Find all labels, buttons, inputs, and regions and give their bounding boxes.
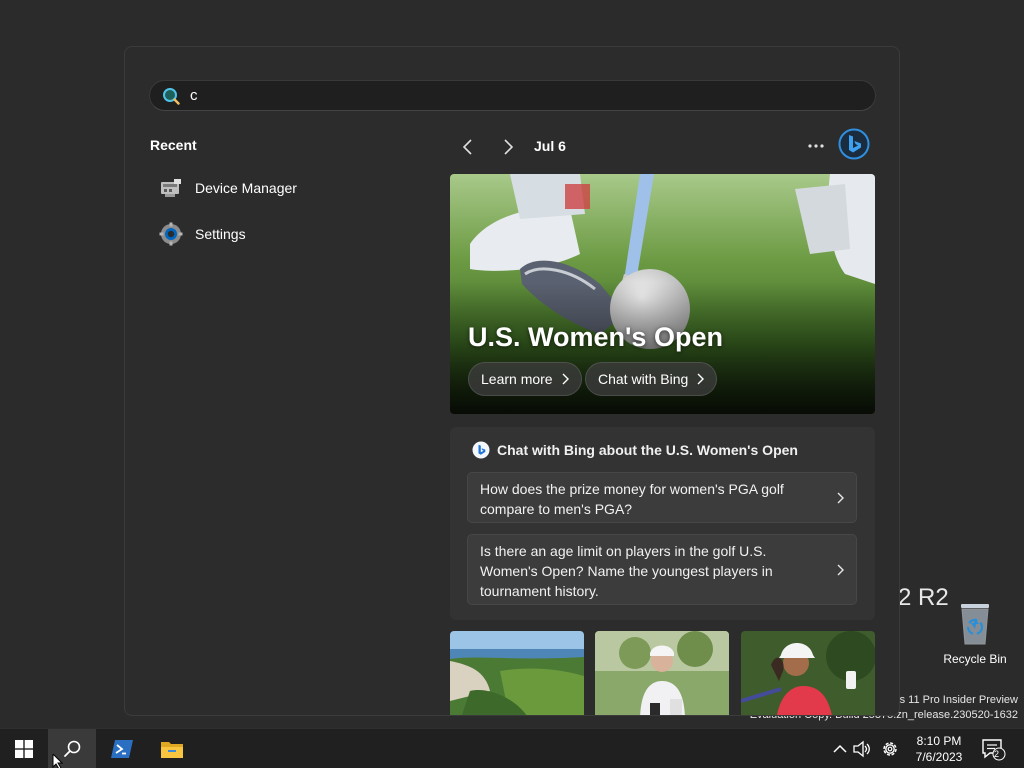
thumbnail-golfer-swing[interactable] <box>741 631 875 715</box>
chevron-up-icon[interactable] <box>830 739 850 759</box>
chevron-right-icon <box>697 373 705 385</box>
chevron-right-icon[interactable] <box>497 136 519 158</box>
chevron-right-icon <box>837 564 844 575</box>
volume-icon[interactable] <box>852 739 872 759</box>
thumbnail-golf-course[interactable] <box>450 631 584 715</box>
device-manager-icon <box>161 179 181 197</box>
chevron-right-icon <box>562 373 569 385</box>
hero-title: U.S. Women's Open <box>468 322 723 352</box>
taskbar-clock[interactable]: 8:10 PM 7/6/2023 <box>908 733 970 765</box>
more-options-icon[interactable] <box>805 135 827 157</box>
taskbar-file-explorer-button[interactable] <box>148 729 196 768</box>
folder-icon <box>161 742 183 758</box>
start-button[interactable] <box>0 729 48 768</box>
learn-more-label: Learn more <box>481 371 553 387</box>
bing-chat-icon <box>472 441 490 459</box>
chat-question-2[interactable]: Is there an age limit on players in the … <box>467 534 857 605</box>
thumbnail-golfer-portrait[interactable] <box>595 631 729 715</box>
mouse-cursor-icon <box>52 754 64 768</box>
recycle-bin-label: Recycle Bin <box>943 652 1007 666</box>
chevron-right-icon <box>837 492 844 503</box>
search-input[interactable] <box>190 87 790 104</box>
chat-with-bing-button[interactable]: Chat with Bing <box>585 362 718 396</box>
recent-item-label: Device Manager <box>195 180 297 196</box>
search-icon <box>163 87 180 105</box>
notification-count-badge: 2 <box>994 749 1000 759</box>
chat-heading: Chat with Bing about the U.S. Women's Op… <box>472 441 798 459</box>
recycle-bin-desktop-icon[interactable]: Recycle Bin <box>942 602 1008 666</box>
clock-time: 8:10 PM <box>916 734 962 748</box>
golf-course-image <box>450 631 584 715</box>
notification-icon <box>982 739 1006 761</box>
chevron-left-icon[interactable] <box>457 136 479 158</box>
bing-date-label: Jul 6 <box>534 138 566 154</box>
desktop-eval-line-1: s 11 Pro Insider Preview <box>899 694 1018 706</box>
taskbar: 8:10 PM 7/6/2023 2 <box>0 728 1024 768</box>
recent-heading: Recent <box>150 137 197 153</box>
windows-logo-icon <box>15 740 33 758</box>
golfer-portrait-image <box>595 631 729 715</box>
clock-date: 7/6/2023 <box>915 750 963 764</box>
chat-question-text: Is there an age limit on players in the … <box>480 543 773 599</box>
gear-icon[interactable] <box>880 739 900 759</box>
recent-item-device-manager[interactable]: Device Manager <box>159 173 297 203</box>
hero-card[interactable]: U.S. Women's Open Learn more Chat with B… <box>450 174 875 414</box>
chat-with-bing-label: Chat with Bing <box>598 371 689 387</box>
chat-suggestions-card: Chat with Bing about the U.S. Women's Op… <box>450 427 875 620</box>
settings-gear-icon <box>159 222 183 246</box>
recycle-bin-icon <box>958 602 992 646</box>
chat-question-1[interactable]: How does the prize money for women's PGA… <box>467 472 857 523</box>
taskbar-powershell-button[interactable] <box>98 729 146 768</box>
bing-logo-icon[interactable] <box>838 128 870 160</box>
search-flyout-panel: Recent Device Manager Settings <box>124 46 900 716</box>
chat-heading-text: Chat with Bing about the U.S. Women's Op… <box>497 442 798 458</box>
powershell-icon <box>111 740 133 758</box>
learn-more-button[interactable]: Learn more <box>468 362 582 396</box>
recent-item-label: Settings <box>195 226 246 242</box>
search-box[interactable] <box>149 80 876 111</box>
chat-question-text: How does the prize money for women's PGA… <box>480 481 784 517</box>
golfer-swing-image <box>741 631 875 715</box>
recent-item-settings[interactable]: Settings <box>159 219 246 249</box>
notification-center-button[interactable]: 2 <box>978 735 1008 763</box>
